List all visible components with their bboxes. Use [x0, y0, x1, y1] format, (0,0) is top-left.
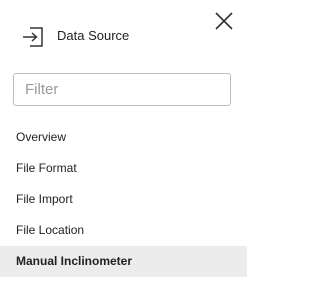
nav-item-manual-inclinometer[interactable]: Manual Inclinometer	[0, 246, 247, 277]
nav-item-file-location[interactable]: File Location	[0, 215, 247, 246]
close-icon[interactable]	[213, 10, 235, 32]
nav-item-overview[interactable]: Overview	[0, 122, 247, 153]
nav-item-file-import[interactable]: File Import	[0, 184, 247, 215]
section-nav: Overview File Format File Import File Lo…	[0, 122, 247, 277]
panel-title: Data Source	[57, 28, 130, 43]
nav-item-file-format[interactable]: File Format	[0, 153, 247, 184]
filter-input[interactable]	[13, 73, 231, 106]
source-import-icon	[20, 23, 48, 51]
panel-header: Data Source	[0, 0, 247, 70]
data-source-panel: Data Source Overview File Format File Im…	[0, 0, 247, 281]
close-button[interactable]	[213, 10, 235, 32]
